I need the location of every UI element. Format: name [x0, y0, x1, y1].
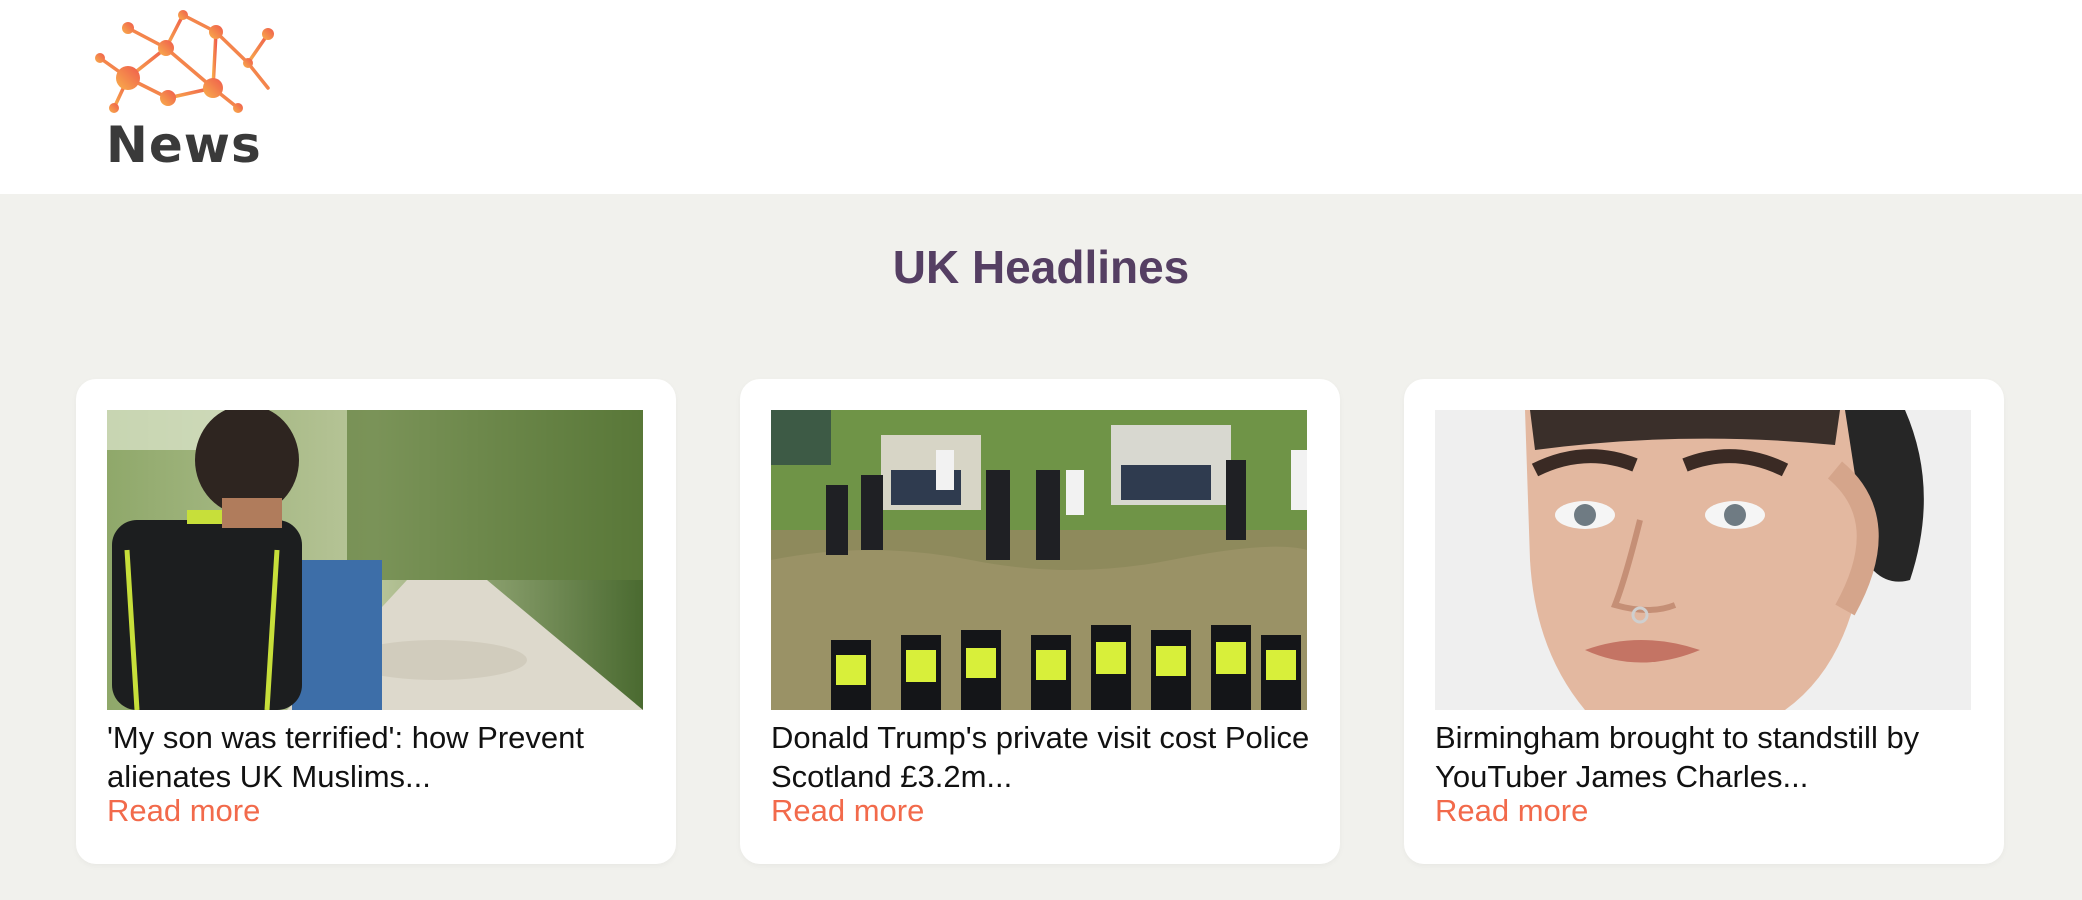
read-more-link[interactable]: Read more: [1435, 793, 1588, 829]
site-header: News: [0, 0, 2082, 194]
read-more-link[interactable]: Read more: [771, 793, 924, 829]
article-title: 'My son was terrified': how Prevent alie…: [107, 720, 585, 794]
article-title: Birmingham brought to standstill by YouT…: [1435, 720, 1920, 794]
section-title: UK Headlines: [892, 241, 1190, 293]
article-image[interactable]: [771, 410, 1307, 710]
article-card[interactable]: Donald Trump's private visit cost Police…: [740, 379, 1340, 864]
site-logo[interactable]: News: [88, 8, 288, 178]
article-image[interactable]: [107, 410, 643, 710]
article-image[interactable]: [1435, 410, 1971, 710]
network-logo-icon: [95, 10, 274, 113]
article-card[interactable]: 'My son was terrified': how Prevent alie…: [76, 379, 676, 864]
read-more-link[interactable]: Read more: [107, 793, 260, 829]
article-title: Donald Trump's private visit cost Police…: [771, 720, 1310, 794]
logo-text: News: [106, 116, 262, 174]
article-card[interactable]: Birmingham brought to standstill by YouT…: [1404, 379, 2004, 864]
